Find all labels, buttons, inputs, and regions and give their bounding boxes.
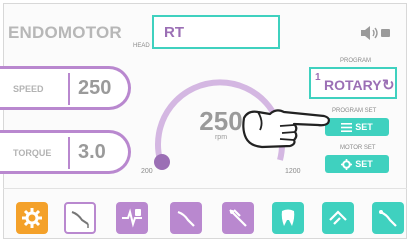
program-number: 1 — [315, 72, 321, 83]
program-set-text: SET — [355, 122, 373, 132]
handpiece-teal-icon[interactable] — [372, 202, 404, 234]
program-set-label: PROGRAM SET — [332, 108, 377, 114]
volume-icon[interactable] — [361, 26, 391, 40]
apex-locator-icon[interactable] — [116, 202, 148, 234]
rotate-icon: ↻ — [382, 77, 395, 94]
motor-set-button[interactable]: SET — [325, 155, 389, 173]
speed-control[interactable]: SPEED 250 — [0, 66, 131, 110]
toolbar-divider — [3, 188, 407, 189]
handpiece-icon[interactable] — [64, 202, 96, 234]
app-title: ENDOMOTOR — [8, 23, 122, 42]
torque-control[interactable]: TORQUE 3.0 — [0, 130, 131, 174]
motor-set-text: SET — [355, 159, 373, 169]
torque-label: TORQUE — [13, 148, 52, 158]
gauge-knob — [154, 154, 170, 170]
head-selector[interactable]: RT — [152, 15, 280, 49]
settings-gear-icon[interactable] — [16, 202, 48, 234]
gauge-max: 1200 — [285, 168, 301, 175]
gear-icon — [341, 158, 353, 170]
gauge-min: 200 — [141, 168, 153, 175]
program-selector[interactable]: 1 ROTARY ↻ — [309, 67, 397, 99]
torque-divider — [60, 137, 70, 169]
file-purple-icon[interactable] — [170, 202, 202, 234]
torque-value: 3.0 — [78, 141, 106, 163]
program-label: PROGRAM — [340, 58, 372, 64]
file-teal-icon[interactable] — [322, 202, 354, 234]
head-label: HEAD — [133, 43, 150, 49]
tweezers-purple-icon[interactable] — [222, 202, 254, 234]
list-icon — [341, 122, 353, 132]
tooth-icon[interactable] — [272, 202, 304, 234]
pointing-hand-icon — [242, 109, 330, 149]
program-set-button[interactable]: SET — [325, 118, 389, 136]
program-name: ROTARY — [324, 77, 382, 93]
motor-set-label: MOTOR SET — [340, 145, 376, 151]
speed-value: 250 — [78, 77, 112, 99]
speed-label: SPEED — [13, 84, 44, 94]
speed-divider — [60, 73, 70, 105]
head-value: RT — [164, 24, 184, 41]
